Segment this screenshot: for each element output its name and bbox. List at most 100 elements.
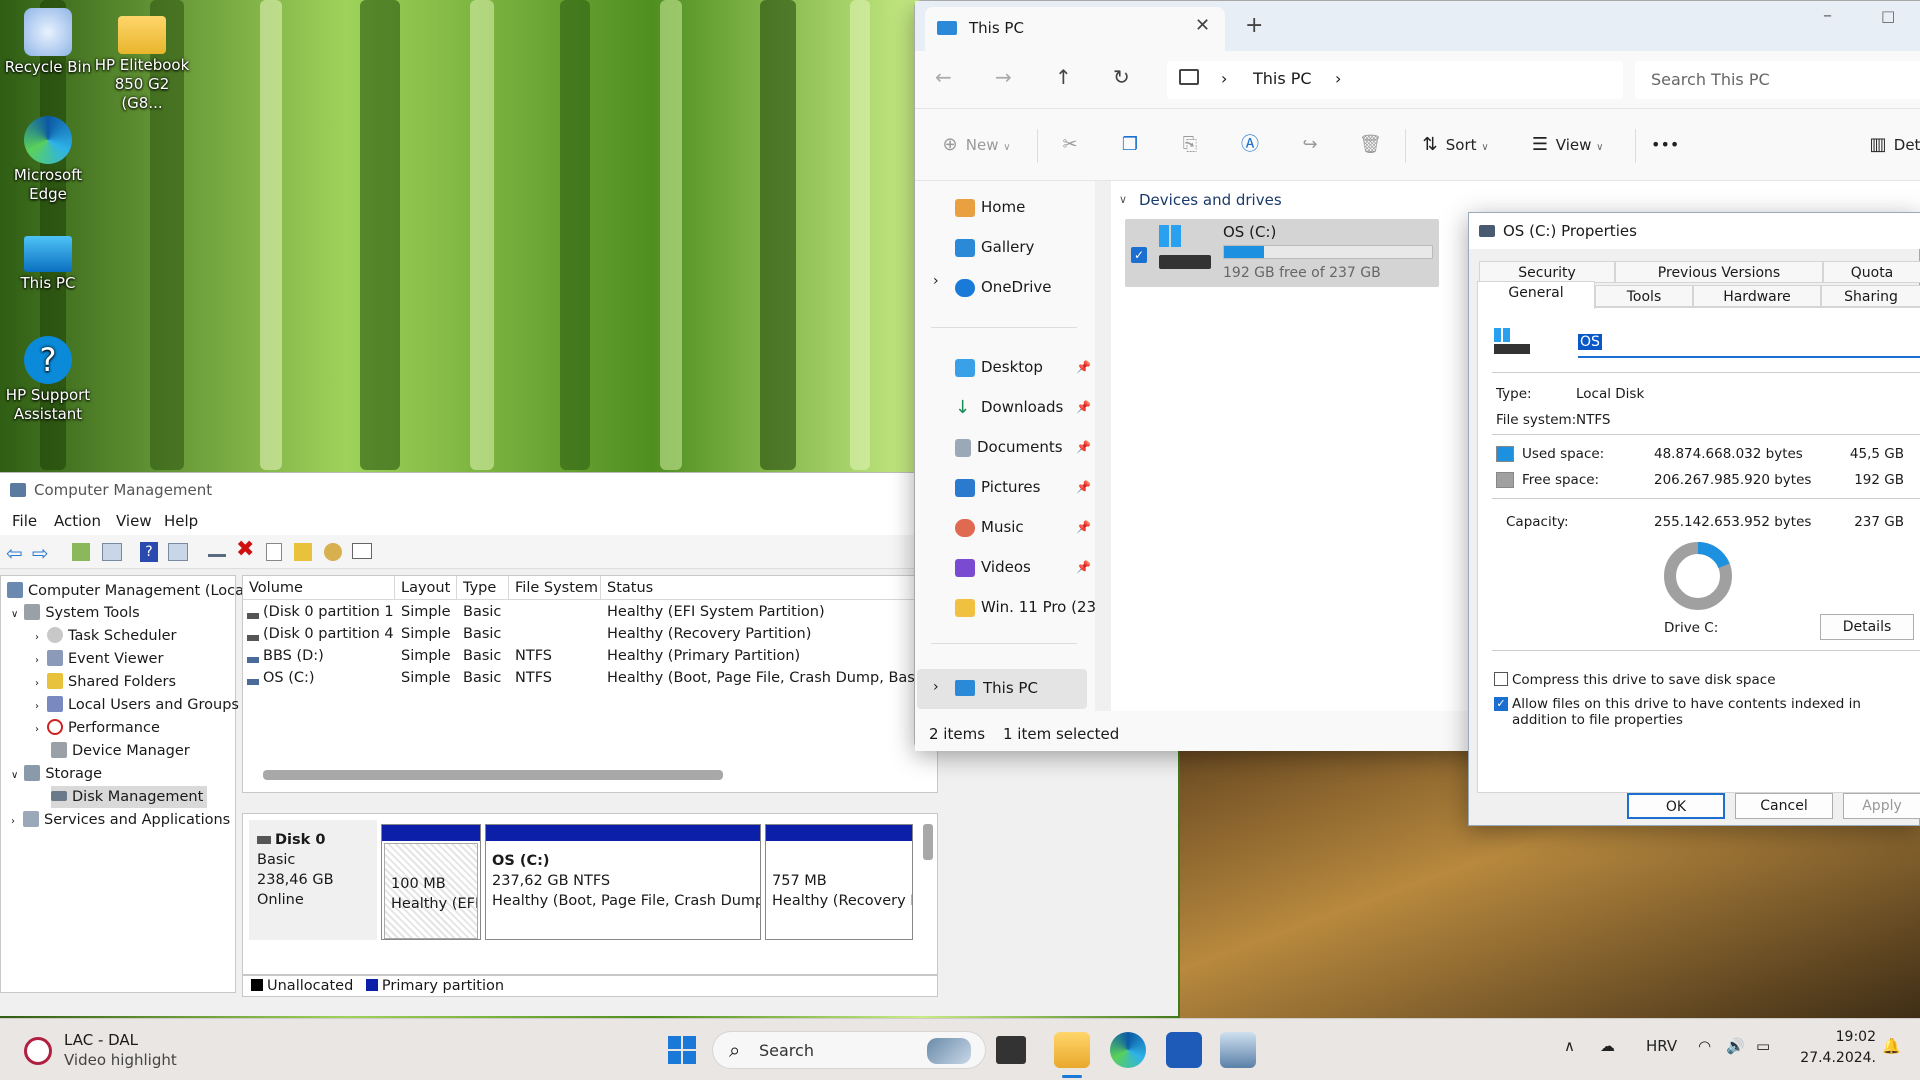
partition-efi[interactable]: 100 MB Healthy (EFI [381,824,481,940]
checkbox-checked-icon[interactable]: ✓ [1494,697,1508,711]
pin-icon[interactable]: 📌 [1076,549,1091,585]
delete-icon[interactable]: ✖ [236,537,254,562]
widgets-button[interactable]: LAC - DAL Video highlight [20,1029,240,1073]
nav-pictures[interactable]: Pictures 📌 [955,469,1095,505]
volume-cell[interactable]: OS (C:) [263,668,393,689]
desktop-icon-hp-support[interactable]: ? HP Support Assistant [0,336,96,424]
cloud-off-icon[interactable]: ☁ [1600,1037,1615,1055]
col-type[interactable]: Type [457,576,509,600]
details-button[interactable]: Details [1820,614,1914,640]
nav-downloads[interactable]: ↓ Downloads 📌 [955,389,1095,425]
tree-shared-folders[interactable]: › Shared Folders [35,671,176,693]
nav-this-pc-selected[interactable]: › This PC [917,669,1087,709]
rename-button[interactable]: Ⓐ [1239,129,1261,161]
clock-date[interactable]: 27.4.2024. [1790,1050,1876,1066]
volume-cell[interactable]: Basic [463,646,509,667]
taskbar-search[interactable]: ⌕ Search [712,1031,986,1069]
menu-view[interactable]: View [116,507,152,535]
language-indicator[interactable]: HRV [1646,1037,1677,1055]
help-icon[interactable]: ? [140,542,158,562]
col-file-system[interactable]: File System [509,576,601,600]
pin-icon[interactable]: 📌 [1076,429,1091,465]
tab-hardware[interactable]: Hardware [1693,285,1821,307]
sort-button[interactable]: ⇅ Sort ∨ [1419,129,1488,161]
volume-cell[interactable] [515,624,601,645]
edge-taskbar-icon[interactable] [1110,1032,1146,1068]
nav-desktop[interactable]: Desktop 📌 [955,349,1095,385]
partition-recovery[interactable]: 757 MB Healthy (Recovery F [765,824,913,940]
forward-arrow-icon[interactable]: ⇨ [32,541,49,565]
volume-cell[interactable]: (Disk 0 partition 1) [263,602,393,623]
pin-icon[interactable]: 📌 [1076,509,1091,545]
window-icon[interactable] [352,543,372,559]
tree-storage[interactable]: ∨ Storage [11,763,102,785]
more-button[interactable]: ••• [1651,129,1679,161]
volume-cell[interactable]: BBS (D:) [263,646,393,667]
tree-device-manager[interactable]: Device Manager [51,740,190,762]
nav-documents[interactable]: Documents 📌 [955,429,1095,465]
up-folder-icon[interactable] [72,543,90,561]
connect-icon[interactable] [208,543,226,557]
desktop-icon-edge[interactable]: Microsoft Edge [0,116,96,204]
desktop-icon-this-pc[interactable]: This PC [0,226,96,293]
chevron-down-icon[interactable]: ∨ [1119,193,1127,206]
tab-this-pc[interactable]: This PC ✕ [925,7,1225,51]
clock-time[interactable]: 19:02 [1800,1029,1876,1045]
nav-music[interactable]: Music 📌 [955,509,1095,545]
tab-security[interactable]: Security [1479,261,1615,283]
maximize-icon[interactable]: □ [1881,7,1895,25]
menu-help[interactable]: Help [164,507,198,535]
tab-sharing[interactable]: Sharing [1821,285,1920,307]
volume-cell[interactable]: Simple [401,668,457,689]
computer-management-taskbar-icon[interactable] [1220,1032,1256,1068]
col-volume[interactable]: Volume [243,576,395,600]
tab-previous-versions[interactable]: Previous Versions [1615,261,1823,283]
forward-icon[interactable]: → [995,65,1012,89]
chevron-right-icon[interactable]: › [933,273,939,289]
horizontal-scrollbar[interactable] [263,770,723,780]
cancel-button[interactable]: Cancel [1735,793,1833,819]
paste-button[interactable]: ⎘ [1179,129,1201,161]
volume-cell[interactable]: Healthy (EFI System Partition) [607,602,937,623]
tree-event-viewer[interactable]: › Event Viewer [35,648,163,670]
delete-button[interactable]: 🗑 [1359,129,1382,161]
refresh-icon[interactable]: ↻ [1113,65,1130,89]
volume-cell[interactable]: Basic [463,624,509,645]
breadcrumb-chevron-icon[interactable]: › [1335,69,1341,88]
vertical-scrollbar[interactable] [923,824,933,860]
volume-cell[interactable]: Healthy (Primary Partition) [607,646,937,667]
cut-button[interactable]: ✂ [1059,129,1081,161]
index-option[interactable]: ✓ Allow files on this drive to have conte… [1494,696,1914,728]
desktop-icon-recycle-bin[interactable]: Recycle Bin [0,8,96,77]
tab-quota[interactable]: Quota [1823,261,1920,283]
apply-button[interactable]: Apply [1843,793,1920,819]
tree-task-scheduler[interactable]: › Task Scheduler [35,625,177,647]
col-layout[interactable]: Layout [395,576,457,600]
details-pane-button[interactable]: ▥ Det [1867,129,1920,161]
tree-performance[interactable]: › Performance [35,717,160,739]
volume-cell[interactable]: NTFS [515,646,601,667]
tree-computer-management[interactable]: Computer Management (Local) [7,580,254,602]
properties-title-bar[interactable]: OS (C:) Properties [1469,213,1920,249]
volume-icon[interactable]: 🔊 [1726,1037,1745,1055]
file-explorer-taskbar-icon[interactable] [1054,1032,1090,1068]
notification-bell-icon[interactable]: 🔔 [1882,1037,1901,1055]
back-arrow-icon[interactable]: ⇦ [6,541,23,565]
back-icon[interactable]: ← [935,65,952,89]
properties-view-icon[interactable] [168,543,188,561]
volume-cell[interactable]: Healthy (Boot, Page File, Crash Dump, Ba… [607,668,937,689]
volume-cell[interactable]: Healthy (Recovery Partition) [607,624,937,645]
address-bar[interactable]: › This PC › [1167,61,1623,99]
close-tab-icon[interactable]: ✕ [1195,15,1210,36]
tree-disk-management[interactable]: Disk Management [51,786,208,808]
store-taskbar-icon[interactable] [1166,1032,1202,1068]
nav-gallery[interactable]: Gallery [955,229,1095,265]
checkbox-unchecked-icon[interactable] [1494,672,1508,686]
col-status[interactable]: Status [601,576,937,600]
up-icon[interactable]: ↑ [1055,65,1072,89]
menu-action[interactable]: Action [54,507,101,535]
view-button[interactable]: ☰ View ∨ [1529,129,1604,161]
section-devices[interactable]: Devices and drives [1139,191,1282,209]
volume-cell[interactable]: Basic [463,602,509,623]
nav-home[interactable]: Home [955,189,1095,225]
